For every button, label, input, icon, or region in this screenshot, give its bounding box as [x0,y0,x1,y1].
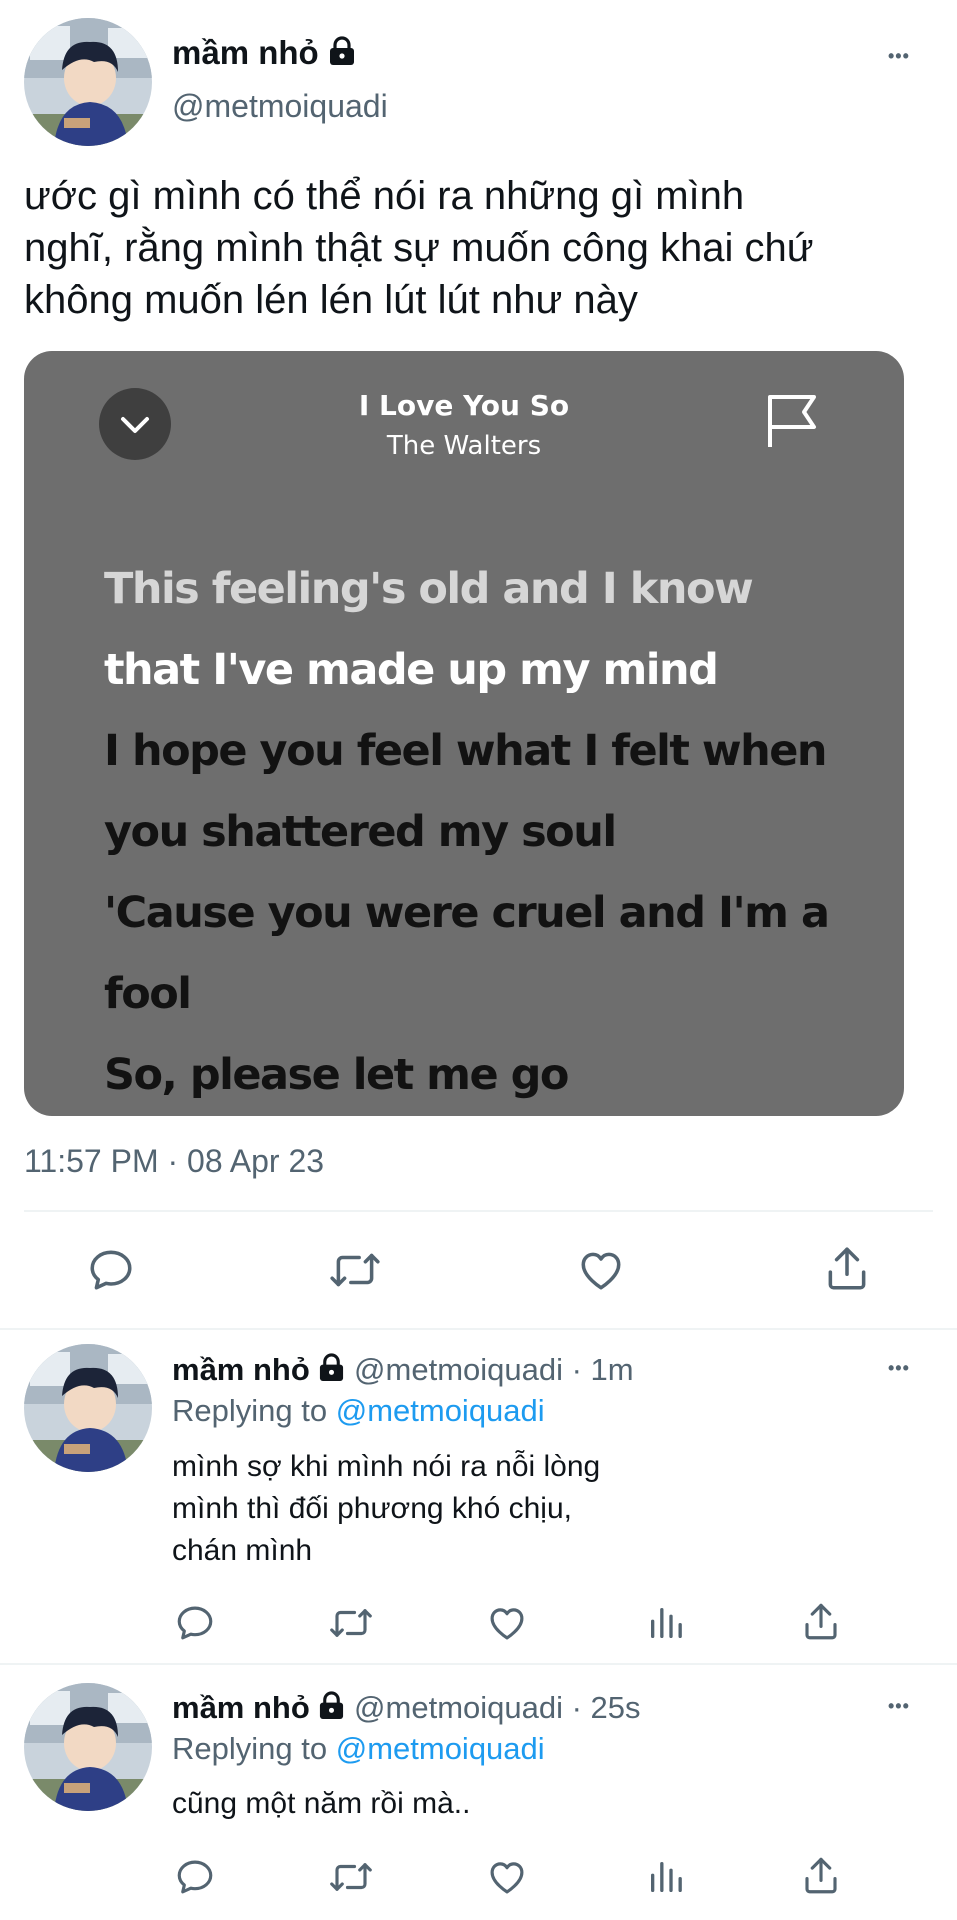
replying-to-label: Replying to [172,1393,328,1428]
analytics-button[interactable] [646,1856,686,1898]
reply-text-line: chán mình [172,1534,313,1567]
avatar[interactable] [24,18,152,146]
lyric-line: fool [104,969,192,1019]
retweet-button[interactable] [328,1602,374,1644]
report-flag-button[interactable] [766,393,818,454]
reply-button[interactable] [86,1245,136,1295]
tweet-timestamp[interactable]: 11:57 PM · 08 Apr 23 [24,1143,324,1180]
reply-header: mầm nhỏ @metmoiquadi · 25s [172,1690,641,1728]
replying-to: Replying to @metmoiquadi [172,1731,545,1767]
retweet-icon [330,1863,372,1891]
heart-icon [490,1608,524,1640]
retweet-button[interactable] [328,1245,382,1295]
tweet-text-line: không muốn lén lén lút lút như này [24,278,638,322]
tweet-text: ước gì mình có thể nói ra những gì mình … [24,170,814,326]
display-name[interactable]: mầm nhỏ [172,34,356,74]
lyric-line-current: that I've made up my mind [104,645,719,695]
lyrics-card-image[interactable]: I Love You So The Walters This feeling's… [24,351,904,1116]
avatar[interactable] [24,1344,152,1472]
divider [0,1328,957,1330]
share-icon [828,1247,866,1290]
analytics-icon [651,1862,682,1892]
replying-to-handle[interactable]: @metmoiquadi [336,1393,545,1428]
lock-icon [318,1353,345,1390]
lyric-line: 'Cause you were cruel and I'm a [104,888,830,938]
reply-text-line: cũng một năm rồi mà.. [172,1787,471,1820]
analytics-icon [651,1608,682,1638]
tweet-text-line: ước gì mình có thể nói ra những gì mình [24,174,745,218]
more-options-button[interactable]: ••• [888,46,910,67]
more-options-button[interactable]: ••• [888,1696,910,1717]
reply-text: mình sợ khi mình nói ra nỗi lòng mình th… [172,1446,600,1572]
share-icon [805,1857,837,1894]
user-handle[interactable]: @metmoiquadi [354,1352,563,1387]
reply-text: cũng một năm rồi mà.. [172,1783,470,1825]
divider [0,1663,957,1665]
like-button[interactable] [576,1245,626,1295]
more-options-button[interactable]: ••• [888,1358,910,1379]
reply-header: mầm nhỏ @metmoiquadi · 1m [172,1352,634,1390]
reply-time: · 25s [571,1690,641,1725]
lyric-line: you shattered my soul [104,807,617,857]
avatar[interactable] [24,1683,152,1811]
avatar-image [24,1344,152,1472]
user-handle[interactable]: @metmoiquadi [354,1690,563,1725]
lyric-line: So, please let me go [104,1050,569,1100]
retweet-icon [330,1253,380,1287]
lyric-line-past: This feeling's old and I know [104,564,754,614]
lyric-line: I hope you feel what I felt when [104,726,828,776]
heart-icon [581,1252,621,1290]
retweet-icon [330,1609,372,1637]
share-button[interactable] [800,1854,842,1898]
retweet-button[interactable] [328,1856,374,1898]
avatar-image [24,18,152,146]
like-button[interactable] [486,1856,528,1898]
divider [24,1210,933,1212]
flag-icon [768,395,816,447]
reply-time: · 1m [571,1352,634,1387]
replying-to-handle[interactable]: @metmoiquadi [336,1731,545,1766]
replying-to: Replying to @metmoiquadi [172,1393,545,1429]
lock-icon [318,1691,345,1728]
user-handle[interactable]: @metmoiquadi [172,88,388,125]
share-icon [805,1603,837,1640]
lock-icon [328,36,356,74]
display-name[interactable]: mầm nhỏ [172,1352,310,1387]
share-button[interactable] [800,1600,842,1644]
reply-button[interactable] [174,1602,216,1644]
like-button[interactable] [486,1602,528,1644]
display-name-text[interactable]: mầm nhỏ [172,34,319,71]
reply-icon [90,1250,132,1290]
reply-text-line: mình sợ khi mình nói ra nỗi lòng [172,1450,601,1483]
heart-icon [490,1862,524,1894]
reply-button[interactable] [174,1856,216,1898]
reply-icon [177,1860,213,1894]
analytics-button[interactable] [646,1602,686,1644]
reply-text-line: mình thì đối phương khó chịu, [172,1492,572,1525]
tweet-text-line: nghĩ, rằng mình thật sự muốn công khai c… [24,226,814,270]
display-name[interactable]: mầm nhỏ [172,1690,310,1725]
replying-to-label: Replying to [172,1731,328,1766]
share-button[interactable] [822,1243,872,1295]
reply-icon [177,1606,213,1640]
avatar-image [24,1683,152,1811]
